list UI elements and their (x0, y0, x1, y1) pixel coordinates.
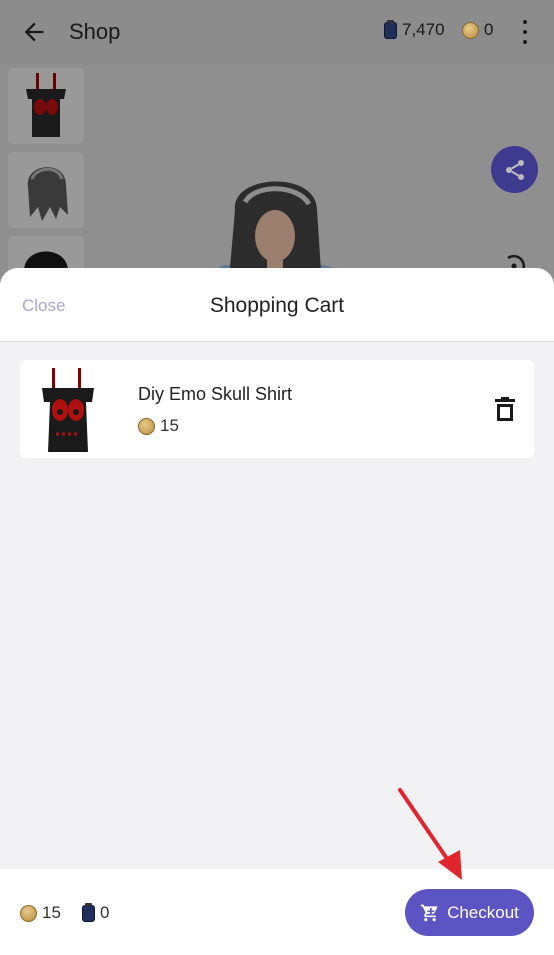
total-gems-value: 0 (100, 903, 110, 922)
total-gems: 0 (82, 902, 110, 923)
coin-icon (462, 21, 479, 39)
cart-footer: 15 0 Checkout (0, 869, 554, 955)
coin-balance[interactable]: 0 (462, 20, 493, 40)
item-price-value: 15 (160, 416, 179, 435)
checkout-label: Checkout (447, 902, 519, 922)
page-title: Shop (69, 19, 121, 44)
item-price: 15 (138, 416, 179, 436)
cart-item[interactable]: Diy Emo Skull Shirt 15 (20, 360, 534, 458)
coin-balance-value: 0 (484, 20, 494, 39)
arrow-back-icon[interactable] (20, 18, 48, 46)
more-vert-icon[interactable] (515, 20, 535, 44)
share-icon (505, 159, 524, 180)
total-coins: 15 (20, 903, 61, 923)
shopping-cart-sheet: Close Shopping Cart Diy Emo Skull Shirt … (0, 268, 554, 955)
checkout-button[interactable]: Checkout (405, 889, 534, 936)
trash-icon[interactable] (494, 396, 516, 422)
item-name: Diy Emo Skull Shirt (138, 384, 293, 404)
coin-icon (20, 904, 37, 922)
cart-icon (420, 904, 438, 921)
sheet-header: Close Shopping Cart (0, 268, 554, 342)
thumbnail-hair[interactable] (8, 152, 84, 228)
sheet-title: Shopping Cart (209, 294, 345, 317)
avatar-preview (0, 64, 554, 348)
app-bar: Shop 7,470 0 (0, 0, 554, 64)
total-coins-value: 15 (42, 903, 61, 922)
gem-balance[interactable]: 7,470 (384, 19, 445, 40)
item-image (42, 368, 94, 452)
coin-icon (138, 417, 155, 435)
gem-jar-icon (384, 19, 397, 39)
gem-jar-icon (82, 902, 95, 922)
thumbnail-shirt[interactable] (8, 68, 84, 144)
gem-balance-value: 7,470 (402, 20, 445, 39)
share-button[interactable] (491, 146, 538, 193)
